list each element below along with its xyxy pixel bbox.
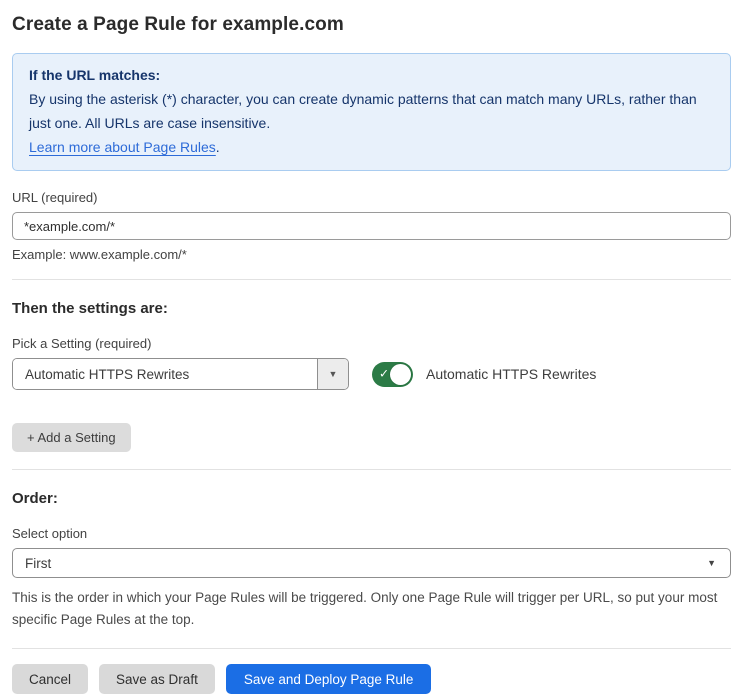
order-helper-text: This is the order in which your Page Rul…	[12, 590, 718, 627]
info-box-heading: If the URL matches:	[29, 67, 161, 83]
url-matches-info-box: If the URL matches: By using the asteris…	[12, 53, 731, 171]
divider	[12, 469, 731, 470]
footer-action-bar: Cancel Save as Draft Save and Deploy Pag…	[12, 664, 731, 694]
settings-section-heading: Then the settings are:	[12, 300, 168, 317]
toggle-knob	[390, 363, 411, 385]
setting-toggle[interactable]: ✓	[372, 361, 413, 387]
setting-toggle-label: Automatic HTTPS Rewrites	[426, 366, 597, 382]
cancel-button[interactable]: Cancel	[12, 664, 89, 694]
add-setting-button[interactable]: + Add a Setting	[12, 423, 131, 452]
order-section-heading: Order:	[12, 490, 58, 507]
learn-more-link[interactable]: Learn more about Page Rules	[29, 139, 216, 155]
setting-toggle-group: ✓ Automatic HTTPS Rewrites	[372, 361, 597, 387]
save-as-draft-button[interactable]: Save as Draft	[99, 664, 215, 694]
create-page-rule-panel: Create a Page Rule for example.com If th…	[0, 0, 743, 694]
divider	[12, 648, 731, 649]
chevron-down-icon: ▼	[707, 558, 716, 568]
check-icon: ✓	[379, 366, 390, 381]
info-box-link-line: Learn more about Page Rules.	[29, 135, 714, 159]
info-box-body: By using the asterisk (*) character, you…	[29, 91, 697, 131]
url-example-helper: Example: www.example.com/*	[12, 247, 187, 262]
url-field-label: URL (required)	[12, 190, 98, 205]
chevron-down-icon: ▼	[328, 369, 338, 379]
setting-select[interactable]: Automatic HTTPS Rewrites ▼	[12, 358, 349, 390]
order-select-label: Select option	[12, 526, 88, 541]
order-select-value: First	[25, 555, 52, 571]
setting-select-arrow-button[interactable]: ▼	[317, 359, 348, 389]
url-input[interactable]	[12, 212, 731, 240]
link-suffix: .	[215, 139, 220, 155]
divider	[12, 279, 731, 280]
save-and-deploy-button[interactable]: Save and Deploy Page Rule	[225, 664, 432, 694]
setting-select-value: Automatic HTTPS Rewrites	[13, 359, 317, 389]
pick-setting-label: Pick a Setting (required)	[12, 336, 152, 351]
order-select[interactable]: First ▼	[12, 548, 731, 578]
page-title: Create a Page Rule for example.com	[12, 14, 344, 35]
setting-row: Automatic HTTPS Rewrites ▼ ✓ Automatic H…	[12, 358, 731, 390]
